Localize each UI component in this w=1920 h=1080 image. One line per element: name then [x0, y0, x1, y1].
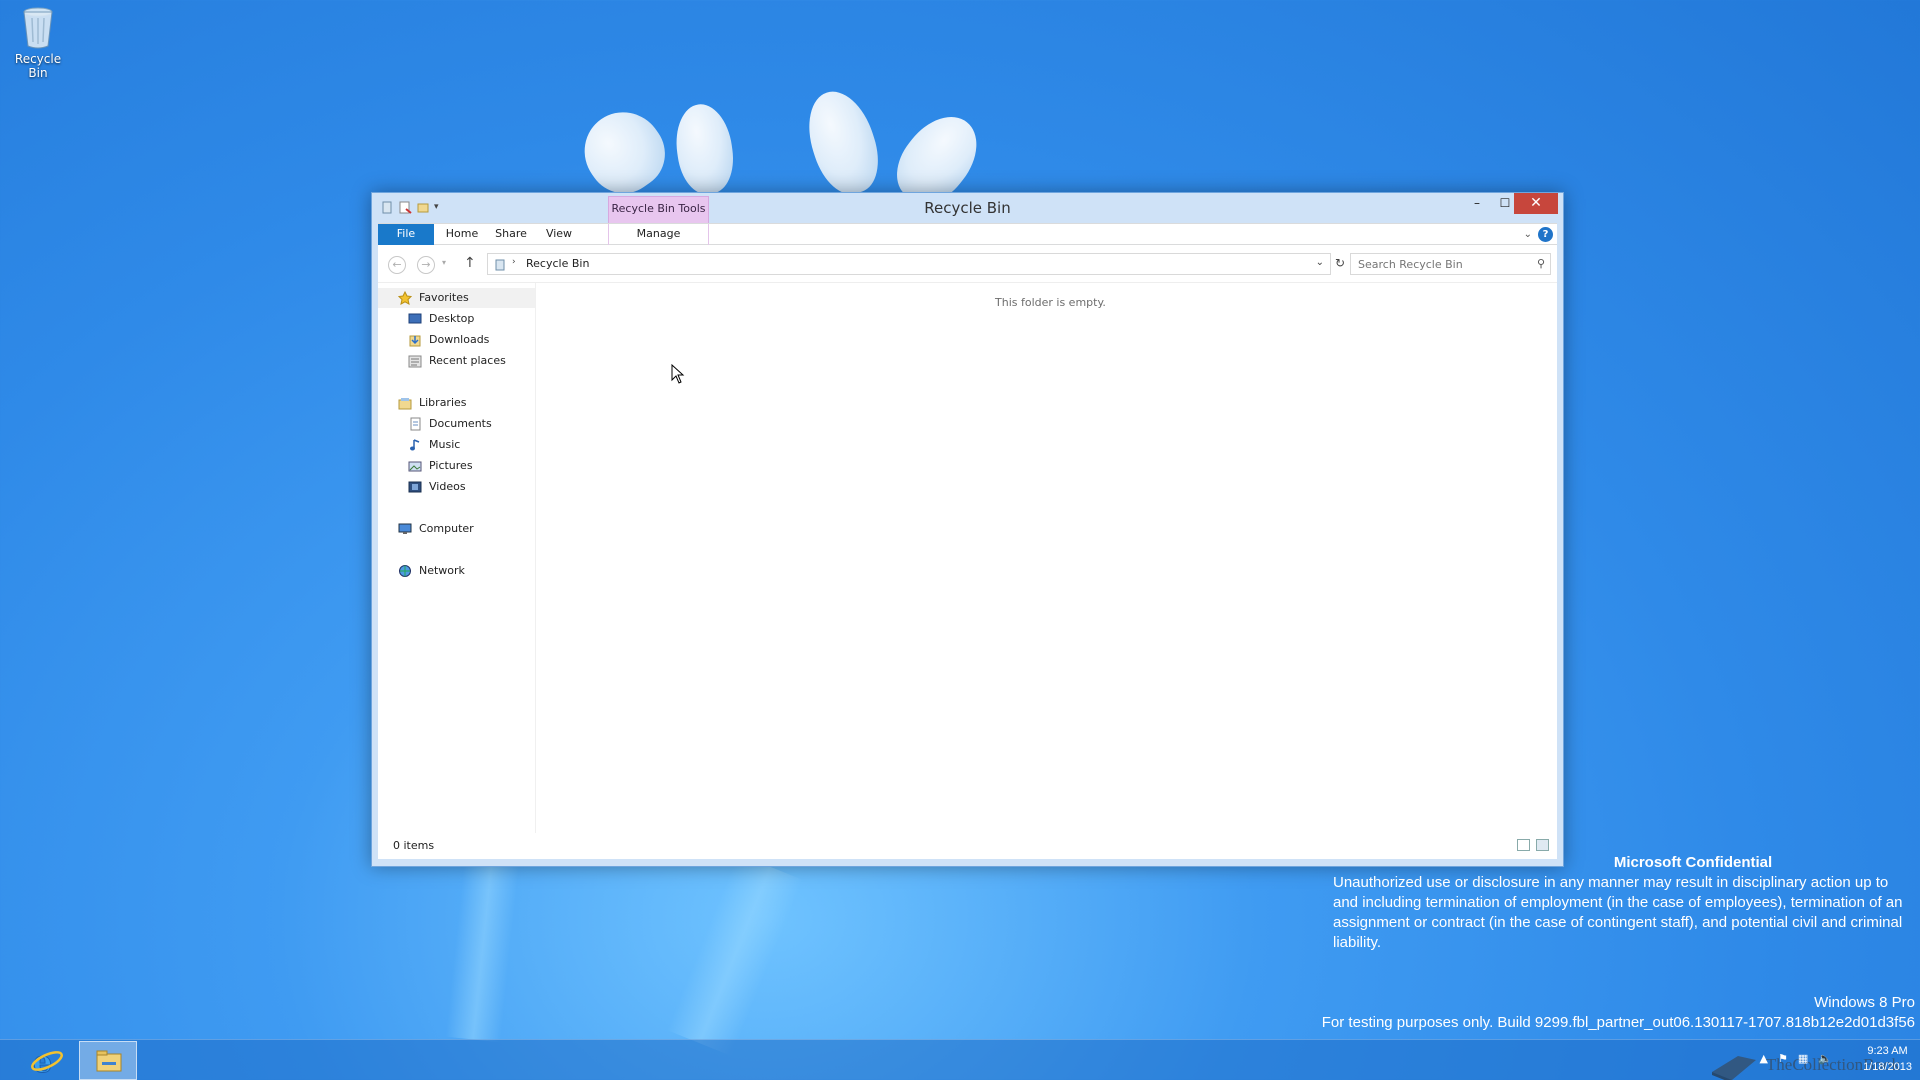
nav-music[interactable]: Music	[408, 435, 460, 455]
mouse-cursor-icon	[671, 363, 685, 387]
wallpaper-stem	[666, 853, 804, 1057]
explorer-window[interactable]: ▾ Recycle Bin Tools Recycle Bin – ☐ ✕ Fi…	[371, 192, 1564, 867]
action-center-flag-icon[interactable]: ⚑	[1778, 1052, 1788, 1065]
book-icon	[1711, 1056, 1756, 1080]
nav-label: Videos	[429, 480, 466, 493]
location-icon	[494, 258, 506, 274]
minimize-button[interactable]: –	[1463, 193, 1491, 214]
help-icon[interactable]: ?	[1538, 227, 1553, 242]
nav-computer[interactable]: Computer	[398, 519, 474, 539]
forward-button[interactable]: →	[417, 256, 435, 274]
up-arrow-icon[interactable]: ↑	[464, 255, 476, 271]
nav-label: Music	[429, 438, 461, 451]
recent-locations-icon[interactable]: ▾	[442, 258, 446, 267]
nav-desktop[interactable]: Desktop	[408, 309, 474, 329]
show-hidden-icons-icon[interactable]: ▲	[1760, 1052, 1768, 1065]
close-button[interactable]: ✕	[1514, 193, 1558, 214]
music-icon	[408, 438, 422, 452]
nav-label: Favorites	[419, 291, 469, 304]
nav-label: Computer	[419, 522, 474, 535]
navigation-bar: ← → ▾ ↑ › Recycle Bin ⌄ ↻ ⚲	[378, 245, 1557, 283]
taskbar-internet-explorer[interactable]: e	[17, 1041, 75, 1080]
network-icon	[398, 564, 412, 578]
nav-favorites[interactable]: Favorites	[378, 288, 535, 308]
taskbar-file-explorer[interactable]	[79, 1041, 137, 1080]
search-box[interactable]: ⚲	[1350, 253, 1551, 275]
file-explorer-icon	[96, 1050, 122, 1072]
tab-share[interactable]: Share	[488, 224, 534, 245]
recycle-bin-icon	[21, 6, 55, 50]
item-count: 0 items	[393, 839, 435, 852]
breadcrumb[interactable]: Recycle Bin	[526, 257, 589, 270]
nav-videos[interactable]: Videos	[408, 477, 466, 497]
tab-manage[interactable]: Manage	[608, 224, 709, 245]
tab-home[interactable]: Home	[440, 224, 484, 245]
libraries-icon	[398, 396, 412, 410]
watermark-body: Unauthorized use or disclosure in any ma…	[1333, 874, 1903, 951]
system-tray: ▲ ⚑ ▦ 🔈	[1760, 1052, 1832, 1065]
nav-libraries[interactable]: Libraries	[398, 393, 467, 413]
nav-label: Network	[419, 564, 465, 577]
build-watermark: Windows 8 Pro For testing purposes only.…	[1322, 993, 1915, 1033]
watermark-heading: Microsoft Confidential	[1613, 854, 1773, 871]
nav-downloads[interactable]: Downloads	[408, 330, 489, 350]
confidential-watermark: Microsoft Confidential Unauthorized use …	[1333, 853, 1913, 953]
address-bar[interactable]: › Recycle Bin ⌄	[487, 253, 1331, 275]
volume-icon[interactable]: 🔈	[1818, 1052, 1832, 1065]
large-icons-view-icon[interactable]	[1536, 839, 1549, 851]
nav-label: Recent places	[429, 354, 506, 367]
videos-icon	[408, 480, 422, 494]
nav-pictures[interactable]: Pictures	[408, 456, 473, 476]
refresh-icon[interactable]: ↻	[1335, 256, 1345, 270]
internet-explorer-icon: e	[31, 1045, 63, 1080]
search-input[interactable]	[1351, 254, 1521, 274]
wallpaper-petal	[569, 96, 679, 208]
nav-documents[interactable]: Documents	[408, 414, 492, 434]
breadcrumb-separator-icon[interactable]: ›	[512, 257, 516, 267]
wallpaper-stem	[445, 857, 520, 1043]
clock[interactable]: 9:23 AM 1/18/2013	[1863, 1043, 1912, 1075]
clock-date: 1/18/2013	[1863, 1061, 1912, 1073]
downloads-icon	[408, 333, 422, 347]
wallpaper-petal	[797, 82, 889, 203]
expand-ribbon-icon[interactable]: ⌄	[1524, 229, 1532, 240]
recent-places-icon	[408, 354, 422, 368]
navigation-pane: Favorites Desktop Downloads Recent place…	[378, 283, 536, 833]
network-status-icon[interactable]: ▦	[1798, 1052, 1808, 1065]
nav-label: Documents	[429, 417, 492, 430]
address-dropdown-icon[interactable]: ⌄	[1316, 257, 1324, 268]
window-title: Recycle Bin	[924, 199, 1011, 217]
nav-label: Libraries	[419, 396, 467, 409]
edition-label: Windows 8 Pro	[1814, 994, 1915, 1011]
star-icon	[397, 290, 413, 305]
back-button[interactable]: ←	[388, 256, 406, 274]
desktop-icon	[408, 312, 422, 326]
search-icon[interactable]: ⚲	[1537, 257, 1545, 270]
desktop-icon-label: Recycle Bin	[14, 52, 62, 80]
taskbar: e TheCollectionBook ▲ ⚑ ▦ 🔈 9:23 AM 1/18…	[0, 1039, 1920, 1080]
computer-icon	[398, 522, 412, 536]
content-area: Favorites Desktop Downloads Recent place…	[378, 283, 1557, 859]
tab-view[interactable]: View	[538, 224, 580, 245]
build-label: For testing purposes only. Build 9299.fb…	[1321, 1014, 1915, 1031]
nav-label: Downloads	[429, 333, 490, 346]
pictures-icon	[408, 459, 422, 473]
wallpaper-petal	[671, 100, 738, 198]
documents-icon	[408, 417, 422, 431]
desktop-recycle-bin[interactable]: Recycle Bin	[4, 6, 72, 80]
title-bar[interactable]: ▾ Recycle Bin Tools Recycle Bin – ☐ ✕	[372, 193, 1563, 223]
nav-label: Desktop	[429, 312, 475, 325]
empty-folder-message: This folder is empty.	[995, 296, 1106, 309]
clock-time: 9:23 AM	[1867, 1045, 1908, 1057]
details-view-icon[interactable]	[1517, 839, 1530, 851]
ribbon-tabs: File Home Share View Manage ⌄ ?	[378, 223, 1557, 245]
nav-recent-places[interactable]: Recent places	[408, 351, 506, 371]
tab-file[interactable]: File	[378, 224, 434, 245]
nav-label: Pictures	[429, 459, 473, 472]
nav-network[interactable]: Network	[398, 561, 465, 581]
